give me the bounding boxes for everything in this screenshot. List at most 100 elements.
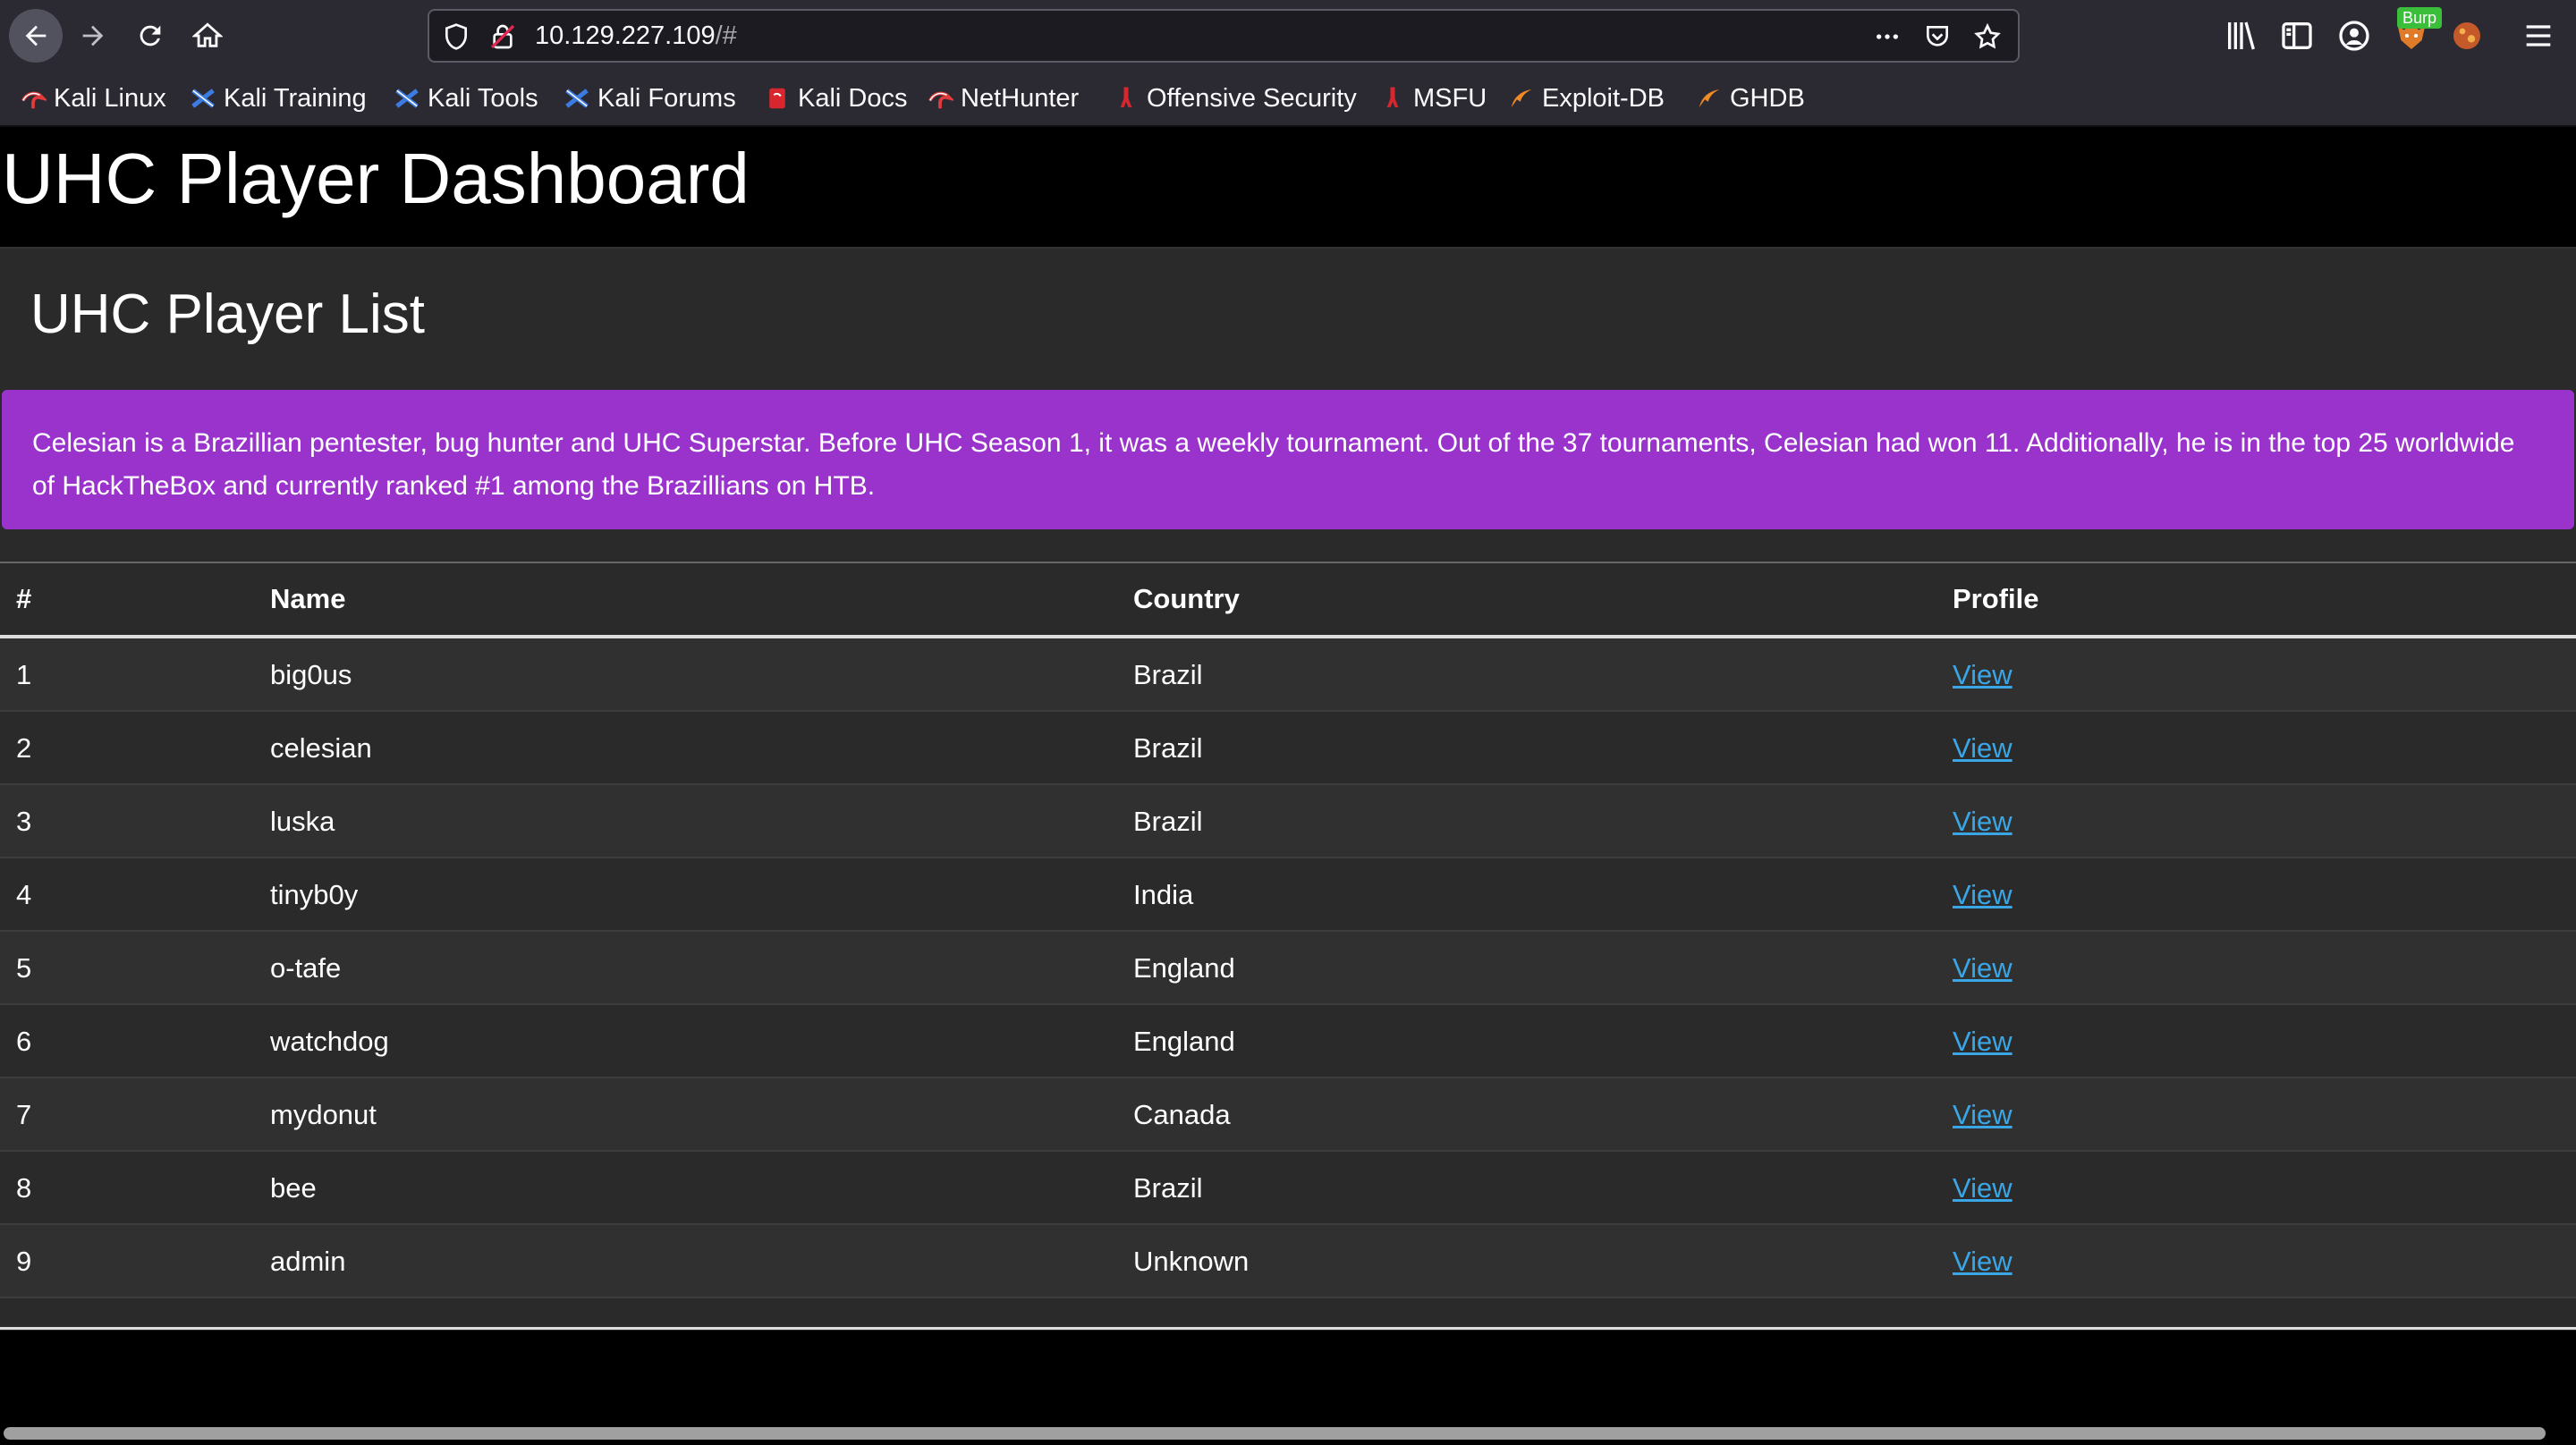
horizontal-scrollbar[interactable] [0,1422,2576,1445]
header-name: Name [270,583,346,614]
bookmark-label: Exploit-DB [1542,84,1665,113]
reload-button[interactable] [123,9,177,63]
reload-icon [140,25,161,46]
row-number: 5 [16,952,32,984]
header-number: # [16,583,32,614]
offsec-icon [1120,87,1132,107]
home-icon [192,22,223,47]
bookmark-kali-tools[interactable]: Kali Tools [394,72,538,125]
card-bottom-rule [0,1327,2576,1330]
scrollbar-thumb[interactable] [4,1427,2546,1440]
page-actions-icon[interactable] [1873,22,1902,51]
row-country: Brazil [1133,732,1203,764]
header-profile: Profile [1953,583,2039,614]
row-number: 4 [16,879,32,910]
bookmark-label: NetHunter [961,84,1080,113]
row-name: admin [270,1246,346,1277]
menu-icon[interactable] [2521,18,2556,54]
row-name: watchdog [270,1026,389,1057]
bookmark-label: Kali Linux [54,84,166,113]
table-row: 1 big0us Brazil View [0,638,2576,712]
sidebar-icon[interactable] [2279,18,2315,54]
table-row: 2 celesian Brazil View [0,712,2576,785]
row-country: England [1133,952,1235,984]
view-profile-link[interactable]: View [1953,732,2012,764]
bookmark-kali-linux[interactable]: Kali Linux [20,72,166,125]
bookmark-label: Kali Tools [428,84,538,113]
table-row: 8 bee Brazil View [0,1152,2576,1225]
browser-toolbar: 10.129.227.109/# Burp [0,0,2576,72]
player-alert: Celesian is a Brazillian pentester, bug … [2,390,2574,529]
bookmark-msfu[interactable]: MSFU [1379,72,1487,125]
row-country: England [1133,1026,1235,1057]
ghdb-icon [1699,89,1720,107]
view-profile-link[interactable]: View [1953,952,2012,984]
bookmark-label: Kali Forums [597,84,736,113]
burp-badge: Burp [2397,7,2443,29]
forward-button[interactable] [66,9,120,63]
table-row: 7 mydonut Canada View [0,1078,2576,1152]
kali-tools-icon [395,89,419,108]
url-text[interactable]: 10.129.227.109/# [535,11,737,61]
bookmark-star-icon[interactable] [1973,22,2002,51]
home-button[interactable] [181,9,234,63]
account-icon[interactable] [2336,18,2372,54]
bookmark-label: Offensive Security [1147,84,1357,113]
row-name: mydonut [270,1099,377,1130]
bookmark-label: GHDB [1730,84,1805,113]
table-row: 5 o-tafe England View [0,932,2576,1005]
bookmark-kali-training[interactable]: Kali Training [190,72,367,125]
bookmark-label: Kali Training [224,84,367,113]
msfu-icon [1386,87,1399,107]
table-row: 6 watchdog England View [0,1005,2576,1078]
view-profile-link[interactable]: View [1953,1026,2012,1057]
view-profile-link[interactable]: View [1953,1172,2012,1204]
kali-dragon-icon [21,91,47,109]
row-name: bee [270,1172,317,1204]
extension-icon[interactable] [2449,18,2485,54]
row-name: big0us [270,659,352,690]
row-name: tinyb0y [270,879,359,910]
row-number: 3 [16,806,32,837]
row-country: India [1133,879,1194,910]
bookmark-exploit-db[interactable]: Exploit-DB [1508,72,1665,125]
kali-training-icon [191,89,215,108]
shield-icon [445,23,467,50]
player-list-card: UHC Player List Celesian is a Brazillian… [0,247,2576,1331]
table-row: 4 tinyb0y India View [0,858,2576,932]
pocket-icon[interactable] [1923,22,1952,51]
header-country: Country [1133,583,1240,614]
row-country: Brazil [1133,806,1203,837]
row-number: 1 [16,659,32,690]
table-row: 3 luska Brazil View [0,785,2576,858]
address-bar[interactable]: 10.129.227.109/# [428,9,2020,63]
view-profile-link[interactable]: View [1953,806,2012,837]
view-profile-link[interactable]: View [1953,1246,2012,1277]
row-number: 9 [16,1246,32,1277]
row-country: Brazil [1133,1172,1203,1204]
bookmark-nethunter[interactable]: NetHunter [927,72,1079,125]
forward-icon [82,25,104,46]
row-number: 7 [16,1099,32,1130]
row-country: Canada [1133,1099,1231,1130]
bookmark-ghdb[interactable]: GHDB [1696,72,1805,125]
exploitdb-icon [1511,89,1532,107]
bookmark-kali-docs[interactable]: Kali Docs [764,72,908,125]
kali-forums-icon [565,89,589,108]
view-profile-link[interactable]: View [1953,1099,2012,1130]
table-header: # Name Country Profile [0,563,2576,638]
row-name: luska [270,806,335,837]
library-icon[interactable] [2224,18,2259,54]
bookmark-label: MSFU [1413,84,1487,113]
bookmark-offensive-security[interactable]: Offensive Security [1113,72,1357,125]
view-profile-link[interactable]: View [1953,879,2012,910]
row-country: Unknown [1133,1246,1250,1277]
row-name: o-tafe [270,952,342,984]
row-number: 8 [16,1172,32,1204]
row-name: celesian [270,732,372,764]
bookmarks-bar: Kali Linux Kali Training Kali Tools Kali… [0,72,2576,127]
card-title: UHC Player List [30,283,425,345]
bookmark-kali-forums[interactable]: Kali Forums [564,72,736,125]
view-profile-link[interactable]: View [1953,659,2012,690]
back-button[interactable] [9,9,63,63]
